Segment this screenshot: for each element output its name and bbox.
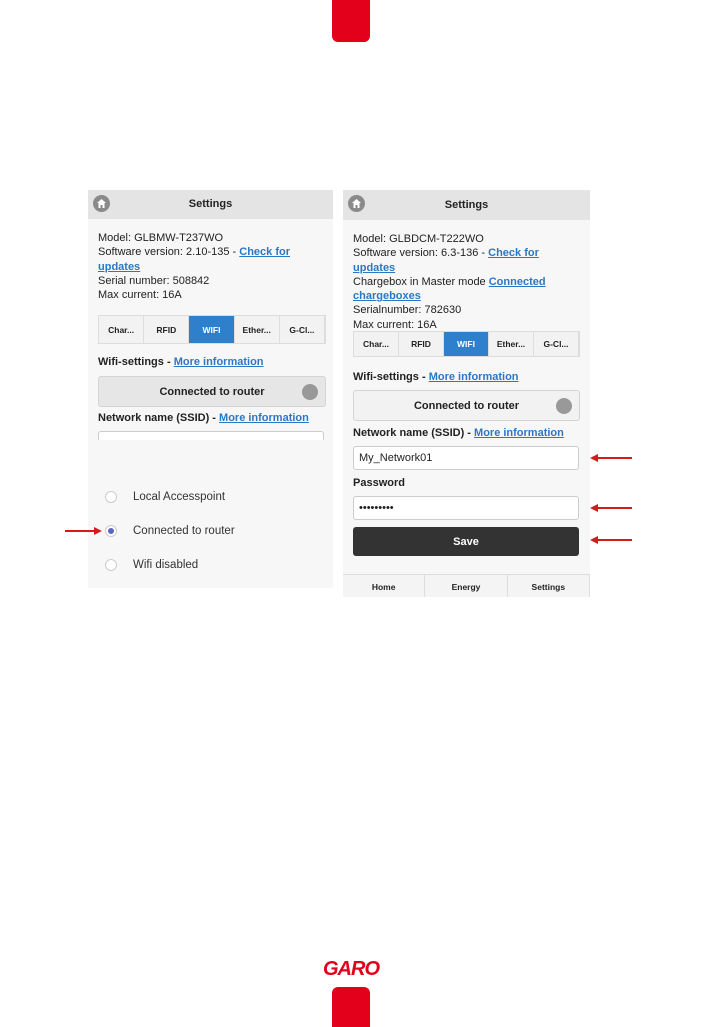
software-version: Software version: 6.3-136 - [353,247,489,260]
wifi-settings-label: Wifi-settings - More information [98,356,264,368]
chevron-down-icon [302,383,318,400]
bottom-nav: Home Energy Settings [343,574,590,597]
option-label: Wifi disabled [133,559,199,571]
master-mode: Chargebox in Master mode [353,275,489,288]
nav-home[interactable]: Home [343,575,426,597]
wifi-mode-dropdown[interactable]: Connected to router [353,390,580,421]
wifi-settings-label: Wifi-settings - More information [353,371,519,383]
left-settings-screen: Settings Model: GLBMW-T237WO Software ve… [88,190,333,588]
settings-tabs: Char... RFID WIFI Ether... G-Cl... [98,315,326,344]
wifi-mode-dropdown[interactable]: Connected to router [98,376,326,407]
settings-tabs: Char... RFID WIFI Ether... G-Cl... [353,331,580,357]
wifi-more-info-link[interactable]: More information [174,356,264,368]
dropdown-value: Connected to router [413,399,520,412]
tab-rfid[interactable]: RFID [144,316,190,343]
radio-local-accesspoint[interactable] [105,491,117,503]
wifi-mode-options: Local Accesspoint Connected to router Wi… [88,440,333,588]
tab-wifi[interactable]: WIFI [189,316,235,343]
tab-charger[interactable]: Char... [99,316,145,343]
page-title: Settings [444,199,489,211]
model: Model: GLBDCM-T222WO [353,233,484,245]
device-info: Model: GLBDCM-T222WO Software version: 6… [353,232,584,332]
tab-ethernet[interactable]: Ether... [235,316,280,343]
ssid-more-info-link[interactable]: More information [219,412,309,424]
ssid-more-info-link[interactable]: More information [474,427,564,439]
arrow-indicator [590,535,632,544]
label-text: Network name (SSID) - [353,427,475,439]
label-text: Wifi-settings - [353,371,429,383]
model: Model: GLBMW-T237WO [98,232,224,244]
nav-energy[interactable]: Energy [425,575,508,597]
password-input[interactable]: ••••••••• [353,496,579,520]
label-text: Network name (SSID) - [98,412,220,424]
max-current: Max current: 16A [98,289,182,302]
ssid-label: Network name (SSID) - More information [98,412,309,424]
header: Settings [88,190,333,219]
option-label: Connected to router [133,525,235,537]
page-tab-bottom [332,987,370,1027]
save-button[interactable]: Save [353,527,579,556]
page-title: Settings [188,198,233,210]
password-label: Password [353,477,405,489]
nav-settings[interactable]: Settings [508,575,590,597]
garo-logo: GARO [322,956,381,980]
tab-rfid[interactable]: RFID [399,332,444,356]
tab-ethernet[interactable]: Ether... [489,332,534,356]
page-tab-top [332,0,370,42]
label-text: Wifi-settings - [98,356,174,368]
max-current: Max current: 16A [353,318,437,331]
device-info: Model: GLBMW-T237WO Software version: 2.… [98,231,327,302]
serial-number: Serial number: 508842 [98,274,210,287]
software-version: Software version: 2.10-135 - [98,246,240,259]
ssid-input[interactable]: My_Network01 [353,446,579,470]
tab-wifi[interactable]: WIFI [444,332,489,356]
arrow-indicator [590,503,632,512]
tab-charger[interactable]: Char... [354,332,399,356]
arrow-indicator [590,453,632,462]
svg-text:GARO: GARO [323,958,380,978]
tab-gcloud[interactable]: G-Cl... [534,332,579,356]
wifi-more-info-link[interactable]: More information [429,371,519,383]
right-settings-screen: Settings Model: GLBDCM-T222WO Software v… [343,190,590,597]
tab-gcloud[interactable]: G-Cl... [280,316,326,343]
ssid-label: Network name (SSID) - More information [353,427,564,439]
home-icon[interactable] [93,195,110,212]
home-icon[interactable] [348,195,365,212]
serial-number: Serialnumber: 782630 [353,304,462,317]
radio-connected-to-router[interactable] [105,525,117,537]
option-label: Local Accesspoint [133,491,226,503]
radio-wifi-disabled[interactable] [105,559,117,571]
chevron-down-icon [556,397,572,414]
header: Settings [343,190,590,220]
arrow-indicator [65,526,102,535]
dropdown-value: Connected to router [159,385,265,398]
